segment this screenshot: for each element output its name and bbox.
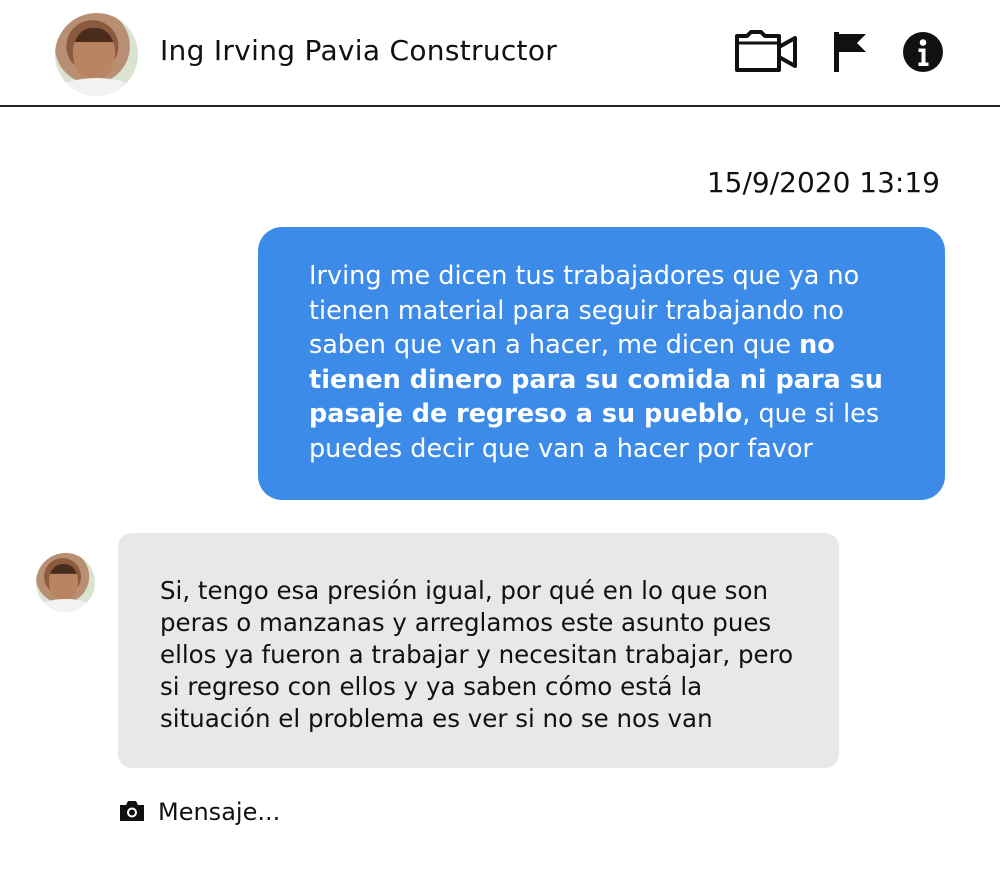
camera-icon[interactable] bbox=[118, 799, 146, 823]
info-icon[interactable] bbox=[902, 30, 944, 74]
chat-header: Ing Irving Pavia Constructor bbox=[0, 0, 1000, 107]
contact-avatar[interactable] bbox=[55, 13, 138, 96]
message-input[interactable] bbox=[158, 795, 758, 829]
message-text: Irving me dicen tus trabajadores que ya … bbox=[309, 261, 860, 360]
video-call-icon[interactable] bbox=[734, 30, 798, 74]
message-timestamp: 15/9/2020 13:19 bbox=[706, 166, 940, 199]
outgoing-message[interactable]: Irving me dicen tus trabajadores que ya … bbox=[258, 227, 945, 500]
incoming-message[interactable]: Si, tengo esa presión igual, por qué en … bbox=[118, 533, 839, 768]
message-text: Si, tengo esa presión igual, por qué en … bbox=[160, 576, 794, 733]
sender-avatar[interactable] bbox=[36, 553, 95, 612]
flag-icon[interactable] bbox=[832, 30, 868, 74]
contact-name[interactable]: Ing Irving Pavia Constructor bbox=[160, 34, 557, 67]
